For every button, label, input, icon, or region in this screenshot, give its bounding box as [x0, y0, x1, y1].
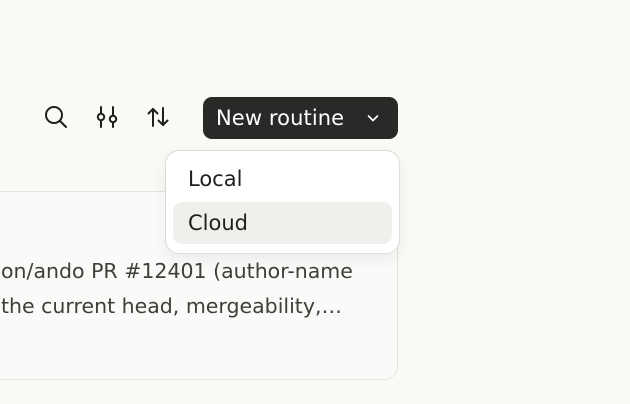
menu-item-label: Local [188, 167, 243, 191]
card-description-line: on/ando PR #12401 (author-name [1, 259, 353, 283]
new-routine-label: New routine [216, 106, 345, 130]
routine-card-description: on/ando PR #12401 (author-name the curre… [1, 254, 391, 324]
new-routine-dropdown-menu: Local Cloud [165, 150, 400, 254]
menu-item-cloud[interactable]: Cloud [173, 202, 392, 244]
card-description-line: the current head, mergeability,… [1, 294, 342, 318]
new-routine-button[interactable]: New routine [203, 97, 398, 139]
menu-item-label: Cloud [188, 211, 248, 235]
sliders-icon[interactable] [92, 102, 122, 132]
menu-item-local[interactable]: Local [173, 158, 392, 200]
chevron-down-icon[interactable] [365, 110, 381, 126]
sort-arrows-icon[interactable] [143, 102, 173, 132]
search-icon[interactable] [41, 102, 71, 132]
app-root: New routine on/ando PR #12401 (author-na… [0, 0, 630, 404]
